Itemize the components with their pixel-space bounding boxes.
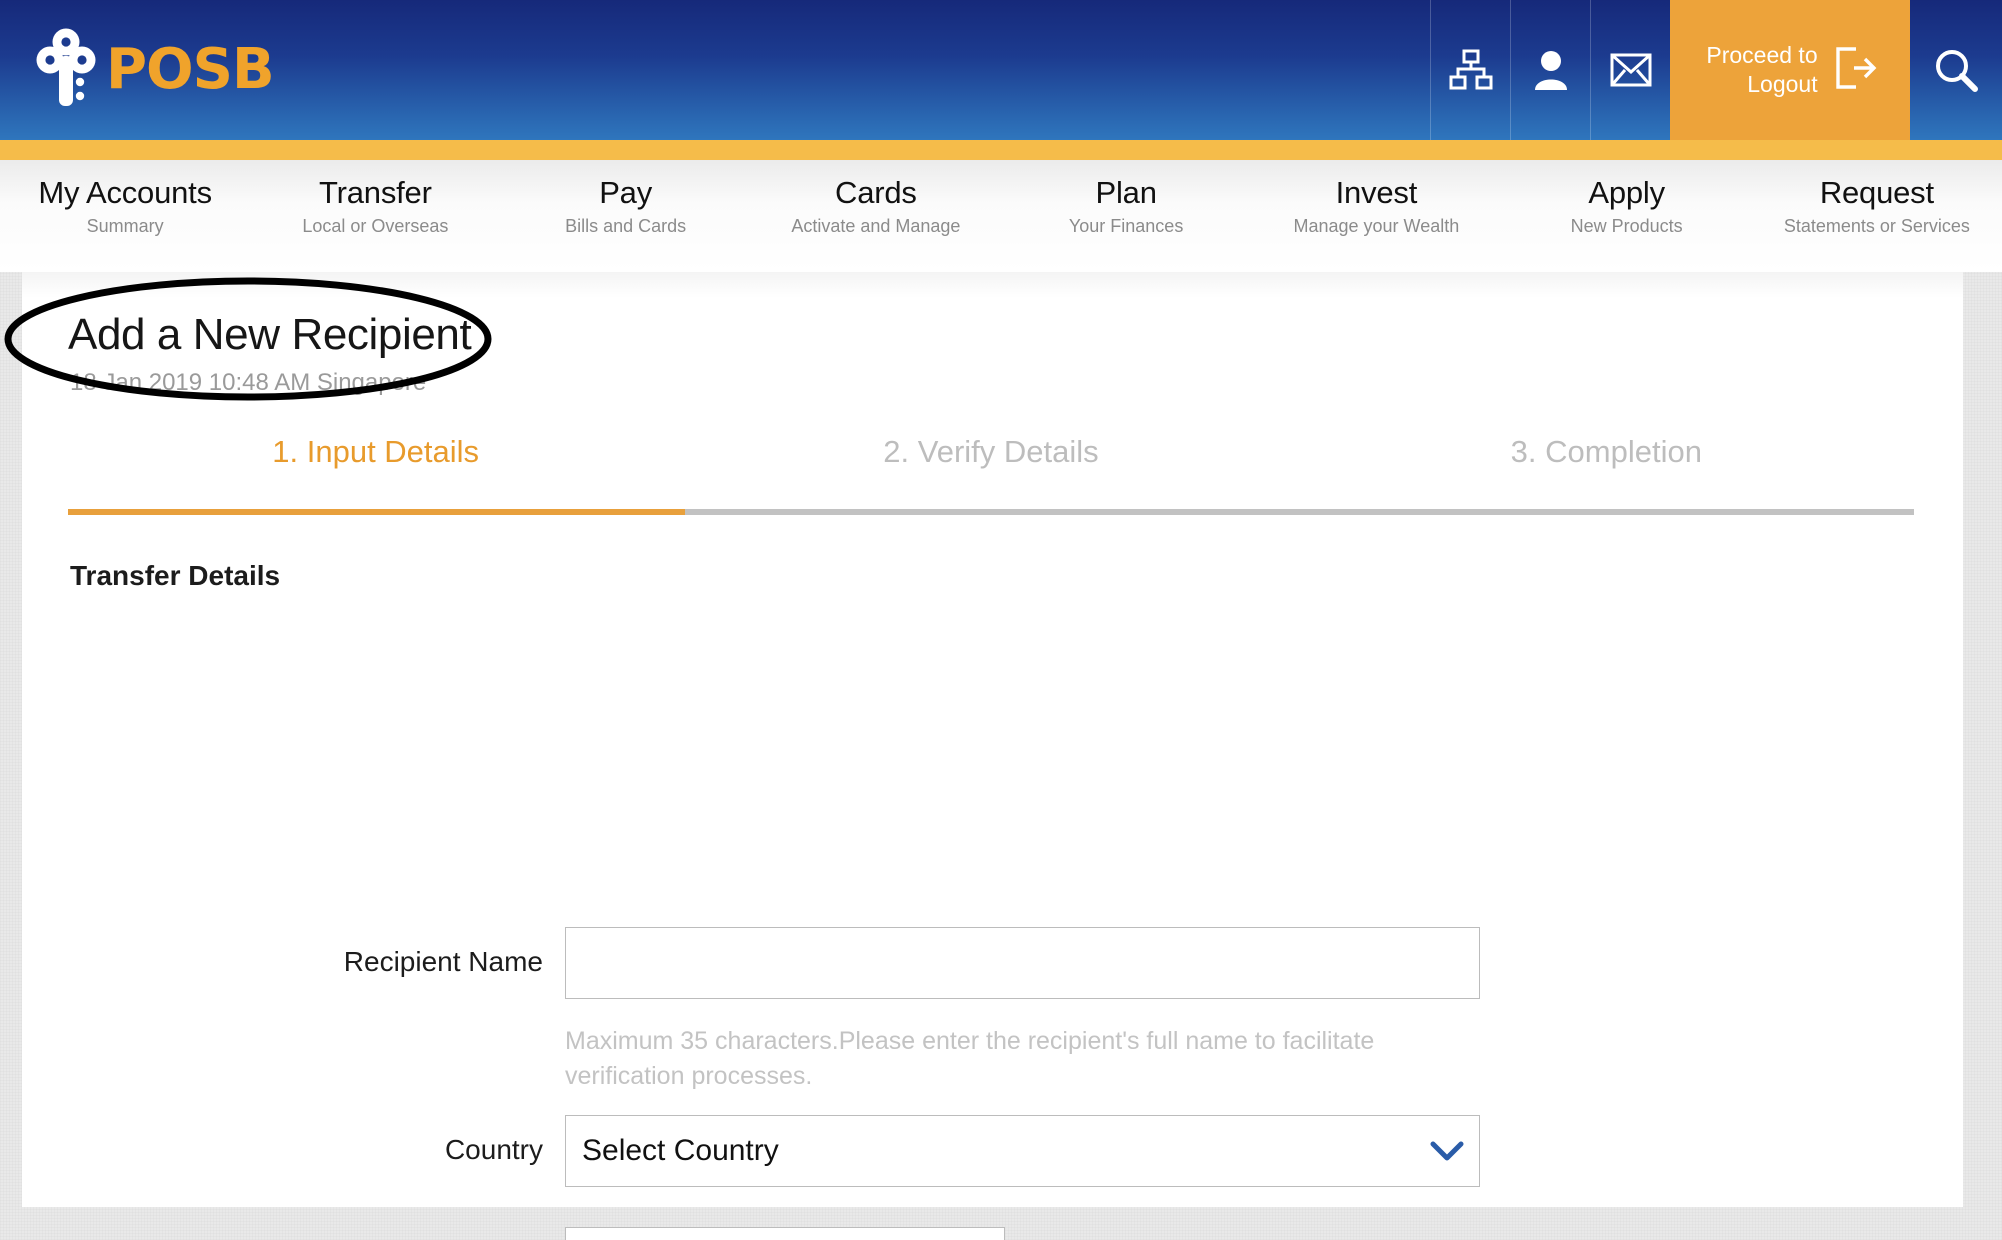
site-header: POSB Proceed to Logout <box>0 0 2002 140</box>
step-progress-fill <box>68 509 685 515</box>
mail-icon[interactable] <box>1590 0 1670 140</box>
step-label: 3. Completion <box>1510 434 1702 469</box>
nav-item-plan[interactable]: Plan Your Finances <box>1001 174 1251 237</box>
header-accent-bar <box>0 140 2002 160</box>
country-selected-value: Select Country <box>582 1134 779 1167</box>
nav-subtitle: Statements or Services <box>1783 215 1970 236</box>
step-label: 2. Verify Details <box>883 434 1099 469</box>
logout-label: Proceed to Logout <box>1706 42 1818 97</box>
nav-item-transfer[interactable]: Transfer Local or Overseas <box>250 174 500 237</box>
nav-subtitle: Manage your Wealth <box>1293 215 1460 236</box>
nav-subtitle: New Products <box>1570 215 1683 236</box>
posb-logo[interactable]: POSB <box>34 0 275 140</box>
nav-title: Apply <box>1588 175 1665 210</box>
nav-item-invest[interactable]: Invest Manage your Wealth <box>1251 174 1501 237</box>
nav-title: Invest <box>1335 175 1418 210</box>
step-completion[interactable]: 3. Completion <box>1299 434 1914 470</box>
country-select[interactable]: Select Country <box>565 1115 1480 1187</box>
search-icon[interactable] <box>1910 0 2002 140</box>
nav-item-request[interactable]: Request Statements or Services <box>1752 174 2002 237</box>
nav-subtitle: Bills and Cards <box>565 215 687 236</box>
nav-item-pay[interactable]: Pay Bills and Cards <box>501 174 751 237</box>
nav-title: Transfer <box>319 175 432 210</box>
nav-title: Request <box>1819 175 1934 210</box>
sitemap-icon[interactable] <box>1430 0 1510 140</box>
form-row-recipient-gets: Recipient Gets Currency <box>99 1227 1005 1240</box>
section-heading-transfer-details: Transfer Details <box>70 560 281 591</box>
step-indicator: 1. Input Details 2. Verify Details 3. Co… <box>68 434 1914 470</box>
nav-title: Cards <box>835 175 917 210</box>
nav-subtitle: Activate and Manage <box>791 215 961 236</box>
profile-icon[interactable] <box>1510 0 1590 140</box>
nav-item-cards[interactable]: Cards Activate and Manage <box>751 174 1001 237</box>
form-row-recipient-name: Recipient Name <box>99 927 1480 999</box>
nav-title: Plan <box>1095 175 1157 210</box>
page-title: Add a New Recipient <box>68 310 472 359</box>
page-background: Add a New Recipient 18 Jan 2019 10:48 AM… <box>0 272 2002 1240</box>
form-row-country: Country Select Country <box>99 1115 1480 1187</box>
nav-item-my-accounts[interactable]: My Accounts Summary <box>0 174 250 237</box>
content-card: Add a New Recipient 18 Jan 2019 10:48 AM… <box>4 272 1963 1240</box>
step-label: 1. Input Details <box>272 434 480 469</box>
recipient-name-help-text: Maximum 35 characters.Please enter the r… <box>565 1027 1375 1090</box>
currency-select[interactable]: Currency <box>565 1227 1005 1240</box>
step-verify-details[interactable]: 2. Verify Details <box>683 434 1298 470</box>
recipient-name-input[interactable] <box>565 927 1480 999</box>
nav-title: My Accounts <box>38 175 212 210</box>
nav-subtitle: Your Finances <box>1068 215 1184 236</box>
logout-icon <box>1832 45 1878 96</box>
key-clover-icon <box>34 26 98 115</box>
main-navigation: My Accounts Summary Transfer Local or Ov… <box>0 160 2002 272</box>
page-timestamp: 18 Jan 2019 10:48 AM Singapore <box>70 369 427 396</box>
chevron-down-icon <box>1415 1140 1479 1162</box>
country-label: Country <box>444 1134 543 1165</box>
header-actions: Proceed to Logout <box>1430 0 2002 140</box>
nav-item-apply[interactable]: Apply New Products <box>1502 174 1752 237</box>
recipient-gets-label: Recipient Gets <box>99 1227 565 1240</box>
step-input-details[interactable]: 1. Input Details <box>68 434 683 470</box>
nav-subtitle: Summary <box>86 215 164 236</box>
recipient-name-label: Recipient Name <box>343 946 543 977</box>
nav-subtitle: Local or Overseas <box>302 215 449 236</box>
brand-name: POSB <box>106 37 275 102</box>
step-progress-bar <box>68 509 1914 515</box>
nav-title: Pay <box>599 175 653 210</box>
proceed-to-logout-button[interactable]: Proceed to Logout <box>1670 0 1910 140</box>
